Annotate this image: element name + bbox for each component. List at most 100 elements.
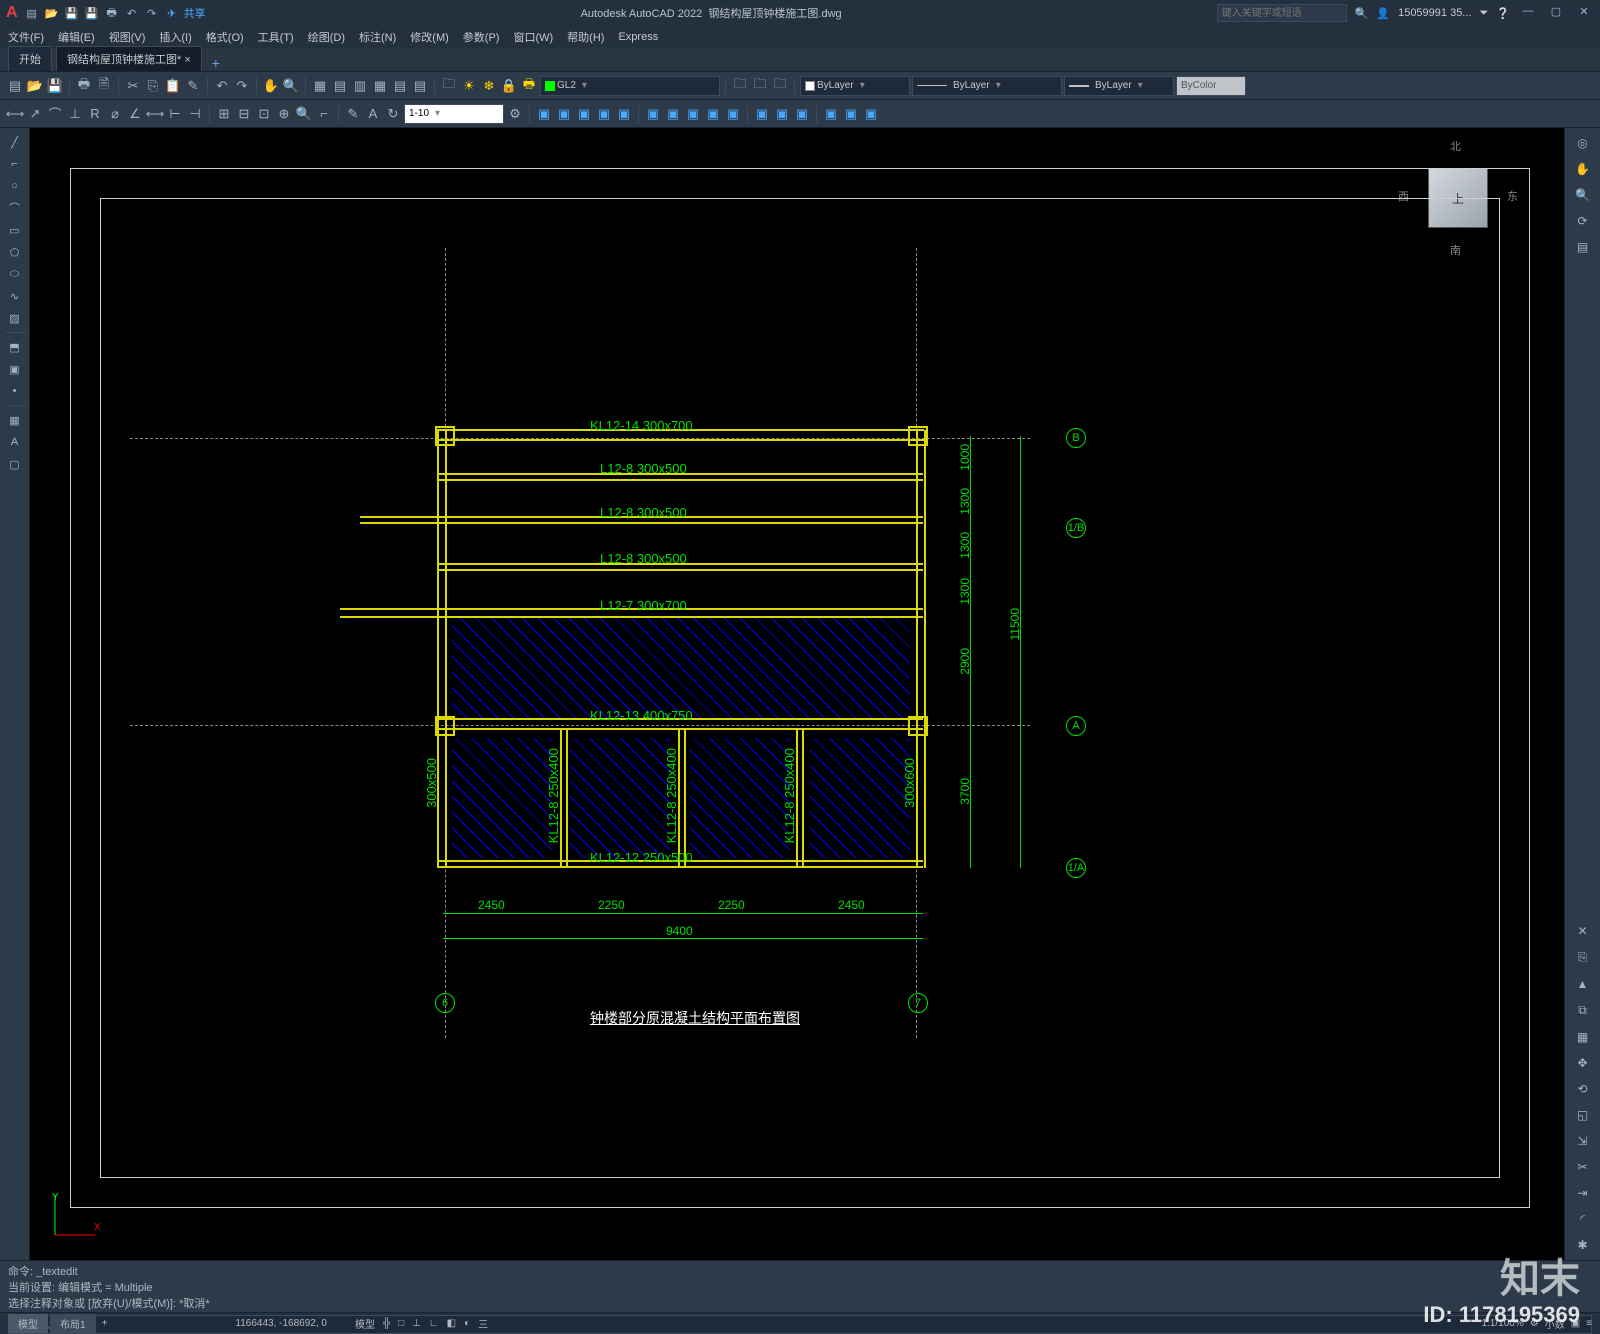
drawing-canvas[interactable]: X Y 北 南 西 东 上 [30, 128, 1564, 1260]
point-icon[interactable]: • [5, 381, 25, 401]
help-search-input[interactable] [1217, 4, 1347, 22]
modify-fillet-icon[interactable]: ◜ [1580, 1212, 1585, 1226]
layer-freeze-icon[interactable]: ❄ [480, 77, 498, 95]
menu-insert[interactable]: 插入(I) [159, 29, 191, 45]
layer-iso-icon[interactable]: 🗀 [751, 77, 769, 95]
print-icon[interactable]: 🖶 [75, 77, 93, 95]
mtext-icon[interactable]: A [5, 432, 25, 452]
status-ortho-icon[interactable]: ⊥ [412, 1318, 421, 1329]
dim-center-icon[interactable]: ⊕ [275, 105, 293, 123]
et3-icon[interactable]: ▣ [575, 105, 593, 123]
properties-icon[interactable]: ▦ [311, 77, 329, 95]
dim-baseline-icon[interactable]: ⊢ [166, 105, 184, 123]
drawing-tab[interactable]: 钢结构屋顶钟楼施工图* × [56, 46, 202, 71]
help-icon[interactable]: ❔ [1496, 7, 1510, 20]
zoom-icon[interactable]: 🔍 [282, 77, 300, 95]
layer-plot-icon[interactable]: 🖶 [520, 77, 538, 95]
et1-icon[interactable]: ▣ [535, 105, 553, 123]
layer-on-icon[interactable]: ☀ [460, 77, 478, 95]
dim-quick-icon[interactable]: ⟷ [146, 105, 164, 123]
menu-view[interactable]: 视图(V) [109, 29, 146, 45]
menu-draw[interactable]: 绘图(D) [308, 29, 345, 45]
et12-icon[interactable]: ▣ [773, 105, 791, 123]
maximize-icon[interactable]: ▢ [1546, 5, 1566, 21]
start-tab[interactable]: 开始 [8, 46, 52, 71]
autodesk-app-icon[interactable]: ⏷ [1479, 7, 1488, 20]
circle-icon[interactable]: ○ [5, 176, 25, 196]
status-grid-icon[interactable]: ╬ [383, 1318, 390, 1329]
navpan-icon[interactable]: ✋ [1575, 162, 1590, 176]
line-icon[interactable]: ╱ [5, 132, 25, 152]
undo-icon[interactable]: ↶ [124, 5, 140, 21]
new-icon[interactable]: ▤ [24, 5, 40, 21]
dim-ordinate-icon[interactable]: ⊥ [66, 105, 84, 123]
minimize-icon[interactable]: — [1518, 5, 1538, 21]
et5-icon[interactable]: ▣ [615, 105, 633, 123]
polygon-icon[interactable]: ⬠ [5, 242, 25, 262]
paste-icon[interactable]: 📋 [164, 77, 182, 95]
cut-icon[interactable]: ✂ [124, 77, 142, 95]
block-icon[interactable]: ▣ [5, 359, 25, 379]
et14-icon[interactable]: ▣ [822, 105, 840, 123]
share-icon[interactable]: ✈ [164, 5, 180, 21]
status-customize-icon[interactable]: ≡ [1586, 1318, 1592, 1329]
layer-prev-icon[interactable]: 🗀 [771, 77, 789, 95]
table-icon[interactable]: ▦ [5, 410, 25, 430]
menu-parametric[interactable]: 参数(P) [463, 29, 500, 45]
lineweight-dropdown[interactable]: ByLayer▾ [1064, 76, 1174, 96]
et16-icon[interactable]: ▣ [862, 105, 880, 123]
dim-tolerance-icon[interactable]: ⊡ [255, 105, 273, 123]
dim-arc-icon[interactable]: ⌒ [46, 105, 64, 123]
modify-mirror-icon[interactable]: ▲ [1577, 977, 1589, 991]
new-tab-icon[interactable]: + [206, 55, 226, 71]
layer-lock-icon[interactable]: 🔒 [500, 77, 518, 95]
dim-continue-icon[interactable]: ⊣ [186, 105, 204, 123]
menu-help[interactable]: 帮助(H) [567, 29, 604, 45]
spline-icon[interactable]: ∿ [5, 286, 25, 306]
et13-icon[interactable]: ▣ [793, 105, 811, 123]
pan-icon[interactable]: ✋ [262, 77, 280, 95]
menu-modify[interactable]: 修改(M) [410, 29, 449, 45]
pline-icon[interactable]: ⌐ [5, 154, 25, 174]
undo2-icon[interactable]: ↶ [213, 77, 231, 95]
region-icon[interactable]: ▢ [5, 454, 25, 474]
navshow-icon[interactable]: ▤ [1577, 240, 1588, 254]
model-tab[interactable]: 模型 [8, 1314, 48, 1333]
dimstyle-dropdown[interactable]: 1-10▾ [404, 104, 504, 124]
modify-offset-icon[interactable]: ⧉ [1578, 1003, 1587, 1018]
redo-icon[interactable]: ↷ [144, 5, 160, 21]
open-icon[interactable]: 📂 [44, 5, 60, 21]
et8-icon[interactable]: ▣ [684, 105, 702, 123]
dim-radius-icon[interactable]: R [86, 105, 104, 123]
status-osnap-icon[interactable]: ◧ [447, 1318, 456, 1329]
layout1-tab[interactable]: 布局1 [50, 1314, 96, 1333]
search-icon[interactable]: 🔍 [1355, 7, 1369, 20]
modify-move-icon[interactable]: ✥ [1577, 1056, 1587, 1070]
dim-diameter-icon[interactable]: ⌀ [106, 105, 124, 123]
menu-dimension[interactable]: 标注(N) [359, 29, 396, 45]
et15-icon[interactable]: ▣ [842, 105, 860, 123]
modify-trim-icon[interactable]: ✂ [1577, 1160, 1587, 1174]
navorbit-icon[interactable]: ⟳ [1577, 214, 1587, 228]
menu-window[interactable]: 窗口(W) [513, 29, 553, 45]
modify-copy-icon[interactable]: ⎘ [1578, 950, 1588, 965]
layer-prop-icon[interactable]: 🗀 [440, 77, 458, 95]
et9-icon[interactable]: ▣ [704, 105, 722, 123]
qnew-icon[interactable]: ▤ [6, 77, 24, 95]
modify-array-icon[interactable]: ▦ [1577, 1030, 1588, 1044]
status-polar-icon[interactable]: ∟ [429, 1318, 439, 1329]
qopen-icon[interactable]: 📂 [26, 77, 44, 95]
dim-linear-icon[interactable]: ⟷ [6, 105, 24, 123]
copy-icon[interactable]: ⎘ [144, 77, 162, 95]
dim-angular-icon[interactable]: ∠ [126, 105, 144, 123]
et10-icon[interactable]: ▣ [724, 105, 742, 123]
navzoom-icon[interactable]: 🔍 [1575, 188, 1590, 202]
modify-scale-icon[interactable]: ◱ [1577, 1108, 1588, 1122]
close-icon[interactable]: ✕ [1574, 5, 1594, 21]
qsave-icon[interactable]: 💾 [46, 77, 64, 95]
insert-icon[interactable]: ⬒ [5, 337, 25, 357]
modify-stretch-icon[interactable]: ⇲ [1577, 1134, 1587, 1148]
save-icon[interactable]: 💾 [64, 5, 80, 21]
preview-icon[interactable]: 🗎 [95, 77, 113, 95]
dim-tedit-icon[interactable]: A [364, 105, 382, 123]
